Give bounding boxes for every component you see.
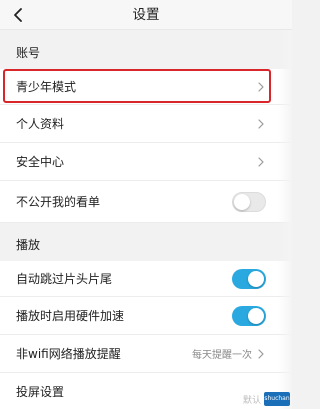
settings-row-teen-mode[interactable]: 青少年模式 [0,69,292,105]
chevron-left-icon [14,8,22,22]
row-value: 每天提醒一次 [192,350,252,361]
watermark-text: 默认 [242,395,261,406]
settings-row-non-wifi-reminder[interactable]: 非wifi网络播放提醒 每天提醒一次 [0,335,292,373]
chevron-right-icon [258,348,264,359]
watermark: 默认 shuchan [243,391,290,407]
toggle-knob [234,193,250,210]
toggle-knob [248,270,264,287]
watermark-logo: shuchan [264,392,290,406]
row-label: 不公开我的看单 [16,195,101,209]
settings-row-security[interactable]: 安全中心 [0,143,292,181]
row-label: 自动跳过片头片尾 [16,272,113,286]
hide-watching-toggle[interactable] [232,191,266,212]
row-label: 播放时启用硬件加速 [16,309,125,323]
settings-row-profile[interactable]: 个人资料 [0,105,292,143]
hw-accel-toggle[interactable] [232,305,266,326]
row-label: 投屏设置 [16,384,65,399]
settings-row-hw-accel: 播放时启用硬件加速 [0,297,292,335]
chevron-right-icon [258,118,264,129]
row-label: 个人资料 [16,117,65,131]
toggle-knob [248,307,264,324]
scroll-edge [278,30,292,409]
page-title: 设置 [132,7,160,23]
navbar: 设置 [0,0,292,30]
section-header-playback: 播放 [0,223,292,261]
section-header-account: 账号 [0,31,292,69]
row-label: 青少年模式 [16,80,77,94]
settings-row-skip-intro: 自动跳过片头片尾 [0,261,292,297]
row-label: 非wifi网络播放提醒 [16,347,121,361]
row-label: 安全中心 [16,155,65,169]
back-button[interactable] [4,0,32,30]
chevron-right-icon [258,156,264,167]
skip-intro-toggle[interactable] [232,268,266,289]
settings-row-hide-watching: 不公开我的看单 [0,181,292,223]
chevron-right-icon [258,81,264,92]
